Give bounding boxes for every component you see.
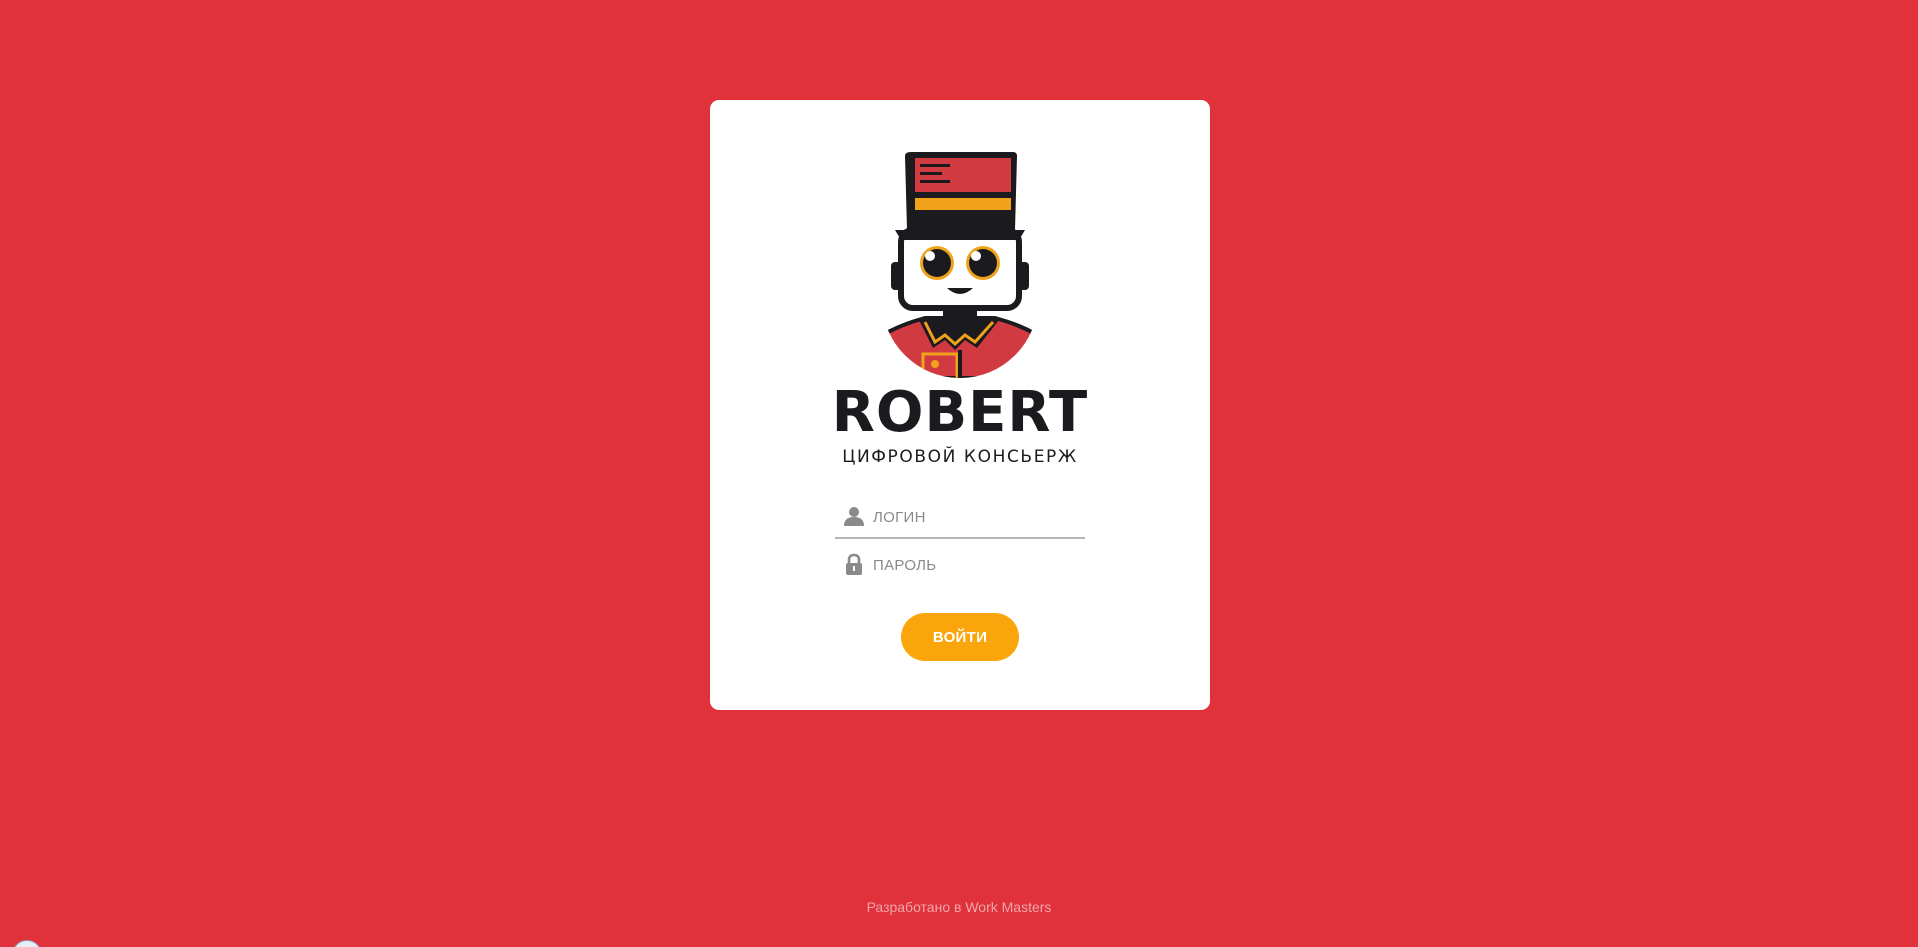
brand-tagline: ЦИФРОВОЙ КОНСЬЕРЖ: [842, 447, 1078, 467]
password-field: [835, 543, 1085, 587]
chat-widget-icon[interactable]: [12, 940, 42, 947]
login-input[interactable]: [873, 503, 1078, 531]
footer-credit: Разработано в Work Masters: [866, 899, 1052, 915]
login-button[interactable]: ВОЙТИ: [901, 613, 1019, 661]
user-icon: [844, 507, 864, 526]
password-input[interactable]: [873, 551, 1078, 579]
login-card: ROBERT ЦИФРОВОЙ КОНСЬЕРЖ ВОЙТИ: [710, 100, 1210, 710]
lock-icon: [846, 553, 862, 575]
login-page: ROBERT ЦИФРОВОЙ КОНСЬЕРЖ ВОЙТИ Разработа…: [0, 0, 1918, 947]
robot-concierge-mascot-icon: [882, 152, 1038, 378]
login-field: [835, 495, 1085, 539]
brand-name: ROBERT: [831, 380, 1089, 445]
